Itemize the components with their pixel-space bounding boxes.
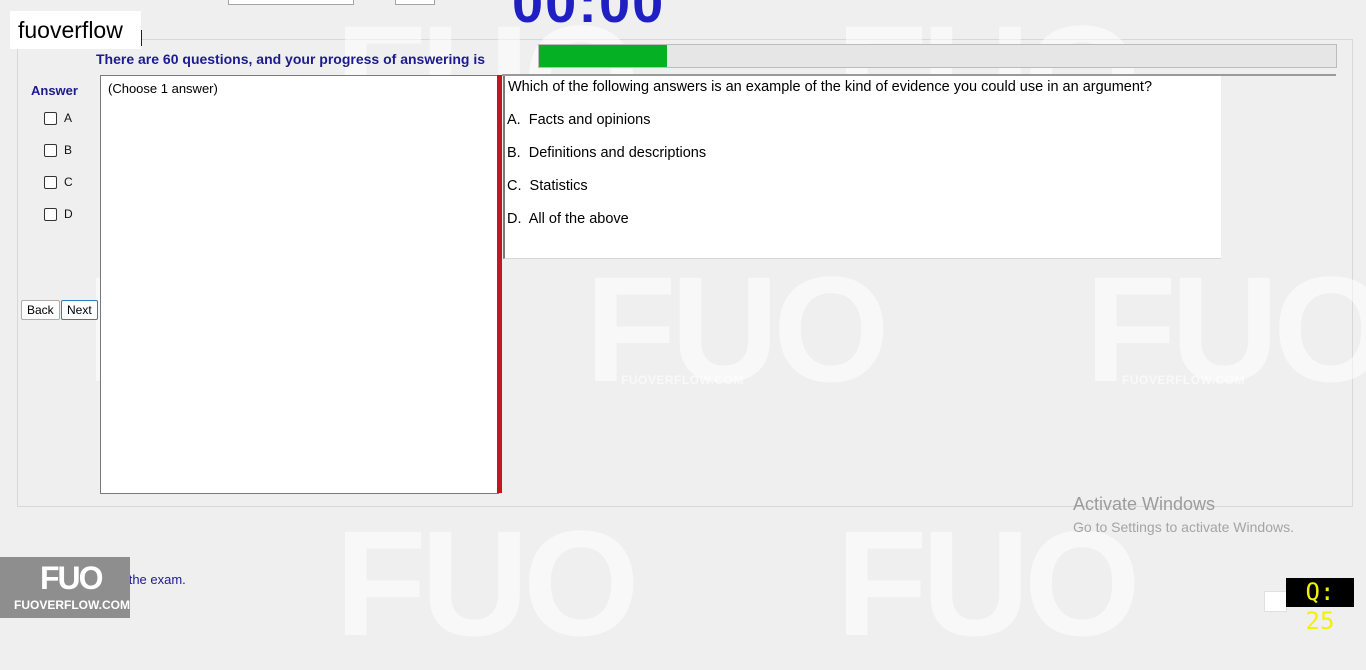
question-option-a: A. Facts and opinions xyxy=(507,112,651,128)
fuo-logo: FUO xyxy=(40,560,104,596)
instruction-box xyxy=(100,75,499,494)
answer-option-label: A xyxy=(64,111,73,125)
watermark-logo: FUO xyxy=(585,245,890,413)
watermark-text: FUOVERFLOW.COM xyxy=(1122,373,1245,387)
checkbox[interactable] xyxy=(44,175,57,189)
checkbox[interactable] xyxy=(44,143,57,157)
answer-option-c[interactable]: C xyxy=(44,175,73,189)
checkbox[interactable] xyxy=(44,207,57,221)
answer-option-a[interactable]: A xyxy=(44,111,72,125)
next-button[interactable]: Next xyxy=(61,300,98,320)
small-field xyxy=(1264,591,1287,612)
question-box xyxy=(503,76,1221,259)
back-button[interactable]: Back xyxy=(21,300,60,320)
answer-option-label: D xyxy=(64,207,73,221)
answer-option-d[interactable]: D xyxy=(44,207,73,221)
activate-windows-subtitle: Go to Settings to activate Windows. xyxy=(1073,519,1294,535)
progress-label: There are 60 questions, and your progres… xyxy=(96,51,485,67)
checkbox[interactable] xyxy=(44,111,57,125)
answer-title: Answer xyxy=(31,83,78,98)
text-cursor xyxy=(141,30,142,46)
answer-option-label: B xyxy=(64,143,73,157)
instruction-text: (Choose 1 answer) xyxy=(108,81,218,96)
question-option-c: C. Statistics xyxy=(507,178,588,194)
question-option-b: B. Definitions and descriptions xyxy=(507,145,707,161)
answer-option-b[interactable]: B xyxy=(44,143,72,157)
watermark-logo: FUO xyxy=(1085,245,1366,413)
answer-option-label: C xyxy=(64,175,73,189)
watermark-logo: FUO xyxy=(335,499,640,667)
question-counter: Q: 25 xyxy=(1286,578,1354,635)
progress-fill xyxy=(539,45,667,67)
brand-label: fuoverflow xyxy=(18,17,123,43)
progress-bar xyxy=(538,44,1337,68)
activate-windows-title: Activate Windows xyxy=(1073,494,1216,514)
fuo-badge-text: FUOVERFLOW.COM xyxy=(14,598,130,612)
splitter[interactable] xyxy=(497,75,502,493)
question-option-d: D. All of the above xyxy=(507,211,629,227)
question-text: Which of the following answers is an exa… xyxy=(508,79,1153,95)
watermark-text: FUOVERFLOW.COM xyxy=(621,373,744,387)
